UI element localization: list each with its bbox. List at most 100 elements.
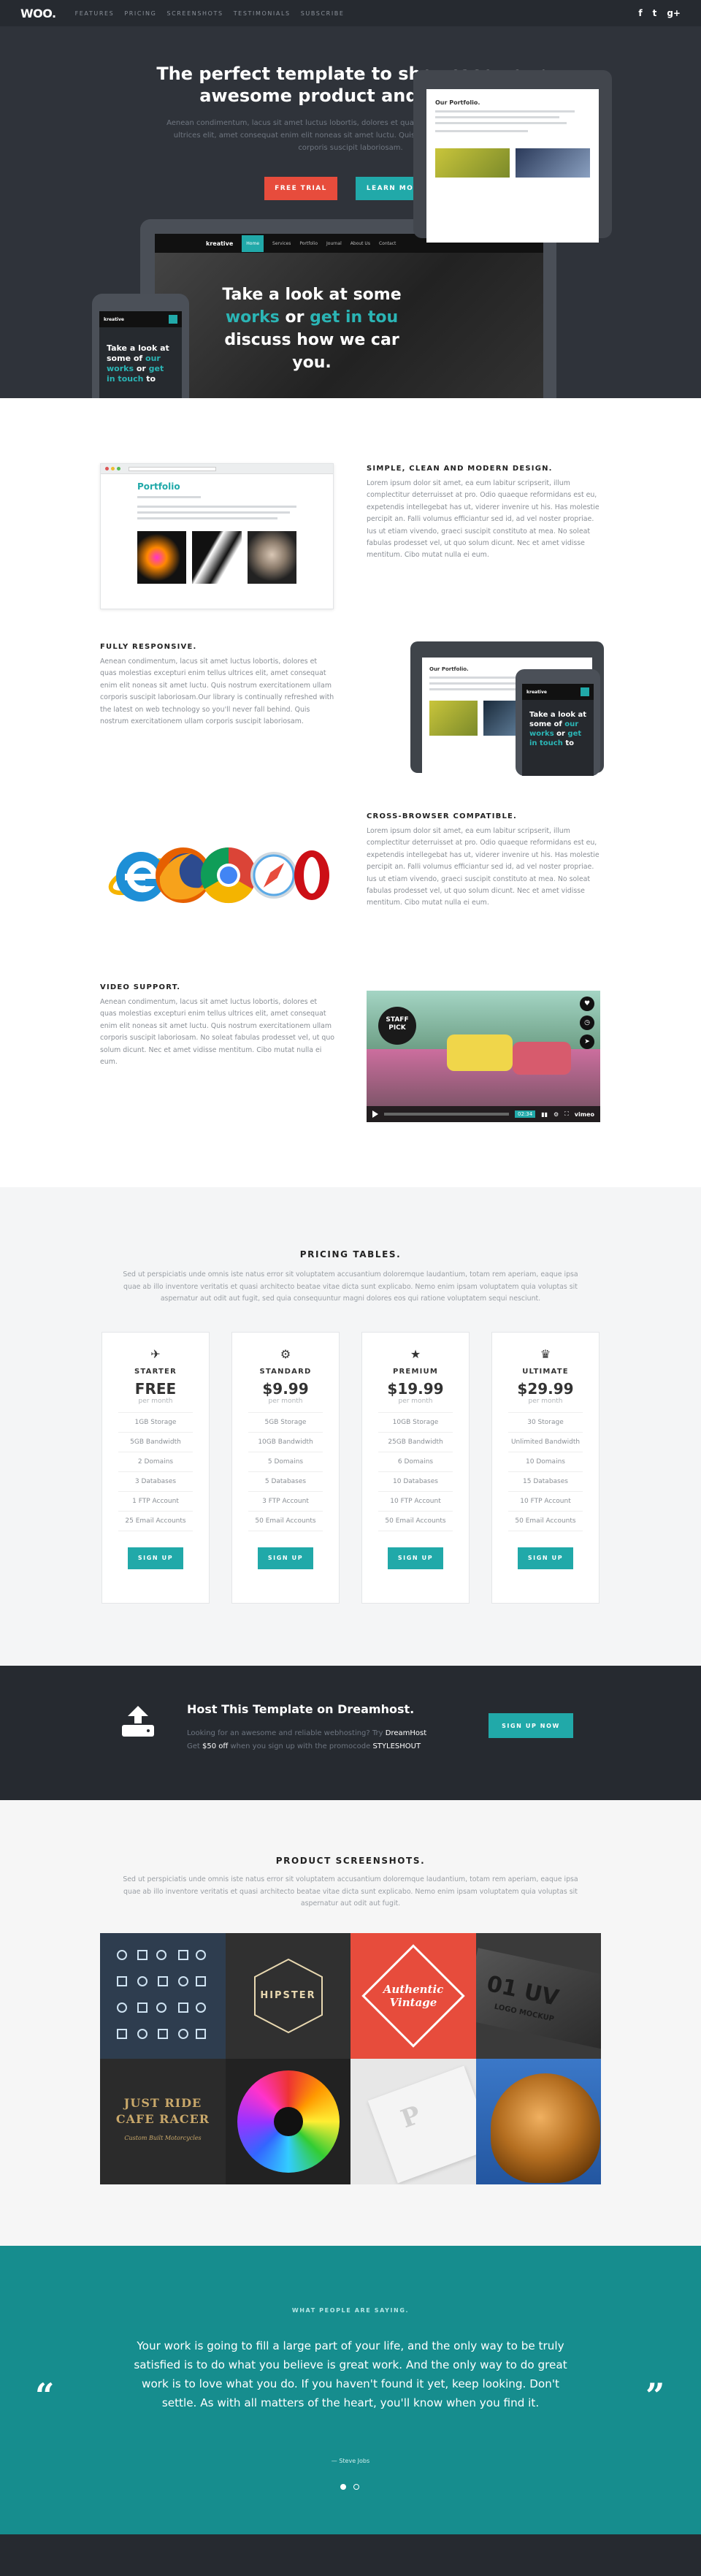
feature-title: FULLY RESPONSIVE. <box>100 643 197 651</box>
plan-price: $9.99 <box>262 1380 309 1398</box>
nav-item-features[interactable]: FEATURES <box>75 10 115 17</box>
laptop-menu-item: Portfolio <box>299 240 318 246</box>
menu-icon <box>581 687 589 696</box>
tablet-thumb <box>516 148 590 178</box>
portfolio-title: Portfolio <box>137 481 180 492</box>
plan-period: per month <box>118 1398 193 1413</box>
feature-title: VIDEO SUPPORT. <box>100 983 181 991</box>
main-menu: FEATURES PRICING SCREENSHOTS TESTIMONIAL… <box>75 10 345 17</box>
phone-brand: kreative <box>526 689 547 695</box>
plan-feature: 3 Databases <box>118 1472 193 1492</box>
plan-feature: 5GB Bandwidth <box>118 1433 193 1452</box>
volume-icon[interactable]: ▮▮ <box>541 1111 548 1118</box>
carousel-dot[interactable] <box>353 2484 359 2490</box>
plan-feature: 3 FTP Account <box>248 1492 323 1512</box>
gallery-item-statue[interactable] <box>475 2059 601 2184</box>
feature-text: Lorem ipsum dolor sit amet, ea eum labit… <box>367 827 600 907</box>
safari-icon <box>250 852 297 899</box>
portfolio-thumb <box>137 531 187 584</box>
nav-item-testimonials[interactable]: TESTIMONIALS <box>234 10 291 17</box>
plan-feature: 30 Storage <box>508 1413 583 1433</box>
twitter-icon[interactable]: t <box>653 8 657 18</box>
testimonial-author: — Steve Jobs <box>331 2458 370 2464</box>
video-controls: 02:34 ▮▮ ⚙ ⛶ vimeo <box>367 1106 600 1122</box>
screenshots-title: PRODUCT SCREENSHOTS. <box>275 1856 426 1866</box>
feature-text: Lorem ipsum dolor sit amet, ea eum labit… <box>367 479 600 560</box>
laptop-brand: kreative <box>206 240 234 247</box>
laptop-headline: Take a look at some works or get in tou … <box>222 286 402 372</box>
laptop-menu-item: Journal <box>326 240 342 246</box>
feature-text: Aenean condimentum, lacus sit amet luctu… <box>100 998 335 1067</box>
carousel-dot[interactable] <box>340 2484 346 2490</box>
laptop-menu-item: Contact <box>378 240 397 246</box>
toy-car <box>447 1034 513 1071</box>
gallery-item-emboss[interactable]: P <box>350 2059 476 2184</box>
like-icon[interactable]: ♥ <box>580 997 594 1011</box>
tablet-screen: Our Portfolio. <box>426 89 599 243</box>
plan-period: per month <box>248 1398 323 1413</box>
nav-item-screenshots[interactable]: SCREENSHOTS <box>166 10 223 17</box>
sign-up-button[interactable]: SIGN UP <box>258 1547 313 1569</box>
nav-item-subscribe[interactable]: SUBSCRIBE <box>301 10 345 17</box>
laptop-menu-item: About Us <box>350 240 370 246</box>
plan-name: PREMIUM <box>392 1368 438 1376</box>
plan-feature: 10GB Storage <box>378 1413 453 1433</box>
plan-feature: 15 Databases <box>508 1472 583 1492</box>
plan-feature: 50 Email Accounts <box>378 1512 453 1531</box>
play-icon[interactable] <box>372 1110 378 1118</box>
feature-title: SIMPLE, CLEAN AND MODERN DESIGN. <box>367 465 553 473</box>
vimeo-logo[interactable]: vimeo <box>575 1111 594 1118</box>
hipster-label: HIPSTER <box>260 1990 316 2001</box>
gallery-item-authentic[interactable]: Authentic Vintage <box>350 1933 476 2059</box>
tablet-thumb <box>435 148 510 178</box>
dreamhost-text: Looking for an awesome and reliable webh… <box>187 1729 427 1750</box>
pricing-plan-ultimate: ♛ ULTIMATE $29.99 per month 30 Storage U… <box>491 1332 600 1604</box>
tablet-title: Our Portfolio. <box>435 99 480 106</box>
gallery-item-icons[interactable] <box>100 1933 226 2059</box>
gallery-item-color-wheel[interactable] <box>225 2059 350 2184</box>
plan-feature: 1 FTP Account <box>118 1492 193 1512</box>
pricing-title: PRICING TABLES. <box>299 1249 402 1260</box>
google-plus-icon[interactable]: g+ <box>667 8 681 18</box>
carousel-dots <box>340 2484 359 2490</box>
dreamhost-link[interactable]: DreamHost <box>386 1729 426 1737</box>
plan-feature: Unlimited Bandwidth <box>508 1433 583 1452</box>
site-logo[interactable]: WOO. <box>20 7 56 20</box>
plan-feature: 6 Domains <box>378 1452 453 1472</box>
plan-feature: 25GB Bandwidth <box>378 1433 453 1452</box>
share-icon[interactable]: ➤ <box>580 1034 594 1049</box>
gallery-item-hipster[interactable]: HIPSTER <box>225 1933 350 2059</box>
toy-car <box>513 1042 571 1075</box>
plan-feature: 25 Email Accounts <box>118 1512 193 1531</box>
plan-feature: 10 FTP Account <box>378 1492 453 1512</box>
testimonial-quote: Your work is going to fill a large part … <box>134 2339 567 2409</box>
plan-feature: 5GB Storage <box>248 1413 323 1433</box>
plan-name: STARTER <box>134 1368 177 1376</box>
sign-up-now-button[interactable]: SIGN UP NOW <box>489 1713 573 1738</box>
top-nav: WOO. FEATURES PRICING SCREENSHOTS TESTIM… <box>0 0 701 26</box>
portfolio-thumb <box>247 531 296 584</box>
settings-icon[interactable]: ⚙ <box>553 1111 559 1118</box>
sign-up-button[interactable]: SIGN UP <box>518 1547 573 1569</box>
phone-mockup: kreative Take a look at some of our work… <box>92 294 189 398</box>
gallery-item-uv-mockup[interactable]: 01 UV LOGO MOCKUP <box>475 1933 601 2059</box>
tablet-mockup: Our Portfolio. <box>413 70 612 243</box>
sign-up-button[interactable]: SIGN UP <box>388 1547 443 1569</box>
upload-server-icon <box>122 1706 154 1737</box>
sign-up-button[interactable]: SIGN UP <box>128 1547 183 1569</box>
gallery-item-cafe-racer[interactable]: JUST RIDE CAFE RACER Custom Built Motorcy… <box>100 2059 226 2184</box>
phone-screen: kreative Take a look at some of our work… <box>99 311 182 398</box>
phone-brand: kreative <box>104 316 124 322</box>
free-trial-button[interactable]: FREE TRIAL <box>264 177 337 200</box>
video-player[interactable]: STAFF PICK ♥ ◷ ➤ 02:34 ▮▮ ⚙ ⛶ vimeo <box>367 991 600 1122</box>
fullscreen-icon[interactable]: ⛶ <box>564 1110 569 1118</box>
video-progress-bar[interactable] <box>384 1113 509 1116</box>
video-time: 02:34 <box>515 1110 536 1118</box>
watch-later-icon[interactable]: ◷ <box>580 1015 594 1030</box>
plan-price: $29.99 <box>517 1380 574 1398</box>
phone-headline: Take a look at some of our works or get … <box>107 343 169 384</box>
facebook-icon[interactable]: f <box>638 8 642 18</box>
nav-item-pricing[interactable]: PRICING <box>124 10 156 17</box>
menu-icon <box>169 315 177 324</box>
plan-feature: 50 Email Accounts <box>248 1512 323 1531</box>
